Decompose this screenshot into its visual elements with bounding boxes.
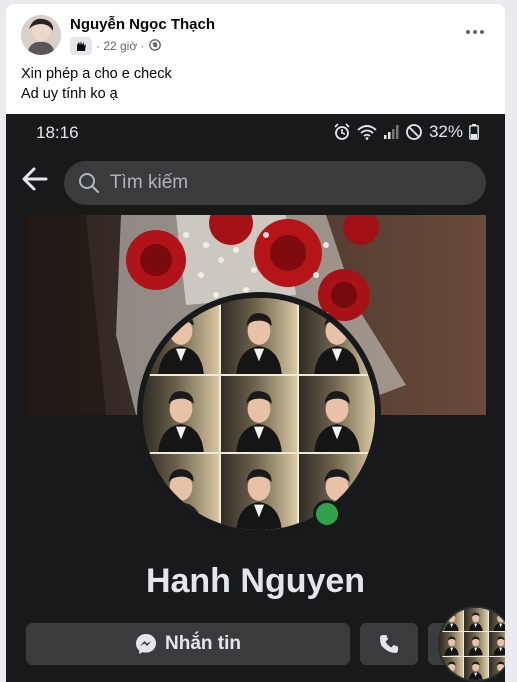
back-arrow-icon[interactable] <box>20 164 50 194</box>
collage-tile <box>464 632 488 656</box>
post-text-line: Ad uy tính ko ạ <box>21 86 118 102</box>
collage-tile <box>488 608 505 632</box>
alarm-icon <box>334 123 350 140</box>
collage-tile <box>464 608 488 632</box>
call-button[interactable] <box>360 623 418 665</box>
wifi-icon <box>357 125 377 140</box>
collage-tile <box>143 454 219 530</box>
post-text-line: Xin phép a cho e check <box>21 66 172 82</box>
phone-status-bar: 18:16 32% <box>6 114 505 150</box>
collage-tile <box>440 656 464 680</box>
chat-head-collage <box>440 608 505 680</box>
photo-collage <box>143 298 375 530</box>
shared-screenshot[interactable]: 18:16 32% Tìm kiếm Hanh Nguyen Nhắn tin <box>6 114 505 682</box>
collage-tile <box>221 298 297 374</box>
collage-tile <box>440 608 464 632</box>
search-icon <box>79 173 100 194</box>
status-icons: 32% <box>333 122 479 142</box>
collage-tile <box>464 656 488 680</box>
post-header: Nguyễn Ngọc Thạch · 22 giờ · <box>6 4 505 64</box>
post-meta: · 22 giờ · <box>70 37 161 55</box>
collage-tile <box>440 632 464 656</box>
collage-tile <box>221 454 297 530</box>
collage-tile <box>488 632 505 656</box>
post-card: Nguyễn Ngọc Thạch · 22 giờ · Xin phép a … <box>6 4 505 682</box>
message-button-label: Nhắn tin <box>165 633 241 654</box>
post-time[interactable]: · 22 giờ · <box>96 39 145 53</box>
phone-time: 18:16 <box>36 123 79 142</box>
group-badge-icon[interactable] <box>70 37 92 55</box>
avatar-image <box>21 15 61 55</box>
online-status-dot <box>313 500 341 528</box>
battery-icon <box>469 124 479 140</box>
more-options-icon[interactable] <box>463 22 487 42</box>
search-placeholder: Tìm kiếm <box>110 172 189 193</box>
signal-icon <box>383 125 399 139</box>
globe-icon <box>148 38 161 54</box>
search-bar[interactable]: Tìm kiếm <box>64 161 486 205</box>
profile-picture[interactable] <box>137 292 381 536</box>
messenger-icon <box>136 634 156 654</box>
collage-tile <box>221 376 297 452</box>
chat-head-avatar[interactable] <box>438 606 505 682</box>
dnd-icon <box>406 124 422 140</box>
collage-tile <box>488 656 505 680</box>
battery-percent: 32% <box>428 122 463 141</box>
collage-tile <box>299 376 375 452</box>
profile-picture-image <box>143 298 375 530</box>
author-avatar[interactable] <box>21 15 61 55</box>
author-name[interactable]: Nguyễn Ngọc Thạch <box>70 16 215 33</box>
phone-icon <box>380 635 398 653</box>
collage-tile <box>299 298 375 374</box>
collage-tile <box>143 376 219 452</box>
phone-top-bar: Tìm kiếm <box>6 150 505 212</box>
post-text: Xin phép a cho e check Ad uy tính ko ạ <box>21 64 172 104</box>
message-button[interactable]: Nhắn tin <box>26 623 350 665</box>
collage-tile <box>143 298 219 374</box>
profile-name: Hanh Nguyen <box>145 562 366 600</box>
